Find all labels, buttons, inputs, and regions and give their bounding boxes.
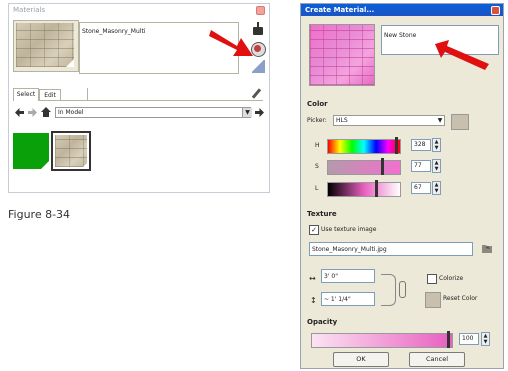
close-icon[interactable] — [256, 6, 265, 15]
cancel-button[interactable]: Cancel — [409, 352, 465, 367]
dialog-close-icon[interactable] — [491, 6, 500, 15]
back-icon[interactable] — [15, 108, 24, 117]
cancel-button-label: Cancel — [425, 355, 449, 363]
corner-fold-icon — [66, 59, 74, 67]
chain-link-icon[interactable] — [399, 281, 406, 298]
color-heading: Color — [307, 100, 328, 108]
s-slider[interactable] — [327, 160, 401, 175]
tab-divider — [87, 88, 88, 100]
library-dropdown[interactable]: In Model — [55, 107, 251, 118]
opacity-value: 100 — [462, 335, 474, 342]
h-spinner[interactable]: ▲ ▼ — [432, 138, 441, 152]
ok-button-label: OK — [356, 355, 366, 363]
texture-width-input[interactable]: 3' 0" — [321, 269, 375, 283]
l-value: 67 — [414, 184, 422, 191]
l-slider-thumb[interactable] — [375, 180, 378, 197]
picker-dropdown[interactable]: HLS — [333, 115, 445, 126]
details-arrow-icon[interactable] — [255, 108, 264, 117]
dialog-title-bar: Create Material... — [301, 4, 503, 16]
s-input[interactable]: 77 — [411, 160, 431, 172]
s-label: S — [315, 163, 319, 170]
opacity-spinner[interactable]: ▲ ▼ — [481, 332, 490, 346]
tab-edit[interactable]: Edit — [39, 89, 61, 101]
chevron-down-icon[interactable]: ▼ — [242, 108, 252, 117]
create-material-dialog: Create Material... New Stone Color Picke… — [300, 3, 504, 369]
material-swatch-stone-selected[interactable] — [51, 131, 91, 171]
l-slider[interactable] — [327, 182, 401, 197]
ok-button[interactable]: OK — [333, 352, 389, 367]
opacity-slider-thumb[interactable] — [447, 331, 450, 348]
forward-icon[interactable] — [28, 108, 37, 117]
texture-heading: Texture — [307, 210, 337, 218]
l-spinner[interactable]: ▲ ▼ — [432, 181, 441, 195]
texture-width-value: 3' 0" — [324, 273, 338, 280]
l-label: L — [315, 185, 319, 192]
h-input[interactable]: 328 — [411, 139, 431, 151]
color-swatch — [451, 114, 469, 130]
materials-title: Materials — [13, 6, 46, 14]
material-name-text: Stone_Masonry_Multi — [82, 28, 146, 35]
use-texture-label: Use texture image — [321, 226, 377, 233]
h-value: 328 — [414, 141, 426, 148]
figure-caption: Figure 8-34 — [8, 208, 71, 221]
materials-panel: Materials Stone_Masonry_Multi Select Edi… — [8, 3, 270, 193]
opacity-heading: Opacity — [307, 318, 338, 326]
h-slider-thumb[interactable] — [395, 137, 398, 154]
h-label: H — [315, 142, 320, 149]
picker-chevron-down-icon[interactable]: ▼ — [436, 116, 444, 125]
tab-edit-label: Edit — [44, 92, 56, 99]
texture-file-field[interactable]: Stone_Masonry_Multi.jpg — [309, 242, 473, 256]
reset-color-swatch[interactable] — [425, 292, 441, 308]
material-preview — [13, 20, 79, 72]
colorize-label: Colorize — [439, 275, 464, 282]
height-arrows-icon: ↕ — [310, 296, 317, 305]
callout-arrow-icon — [209, 30, 253, 56]
opacity-input[interactable]: 100 — [459, 333, 479, 345]
tab-select-label: Select — [16, 91, 36, 98]
texture-file-name: Stone_Masonry_Multi.jpg — [312, 246, 387, 253]
material-name-value: New Stone — [384, 32, 417, 39]
h-slider[interactable] — [327, 139, 401, 154]
texture-height-input[interactable]: ~ 1' 1/4" — [321, 292, 375, 306]
name-callout-arrow-icon — [435, 40, 489, 70]
use-texture-checkbox[interactable]: ✓ — [309, 225, 319, 235]
opacity-slider[interactable] — [311, 333, 453, 348]
s-spinner[interactable]: ▲ ▼ — [432, 159, 441, 173]
materials-title-bar: Materials — [9, 4, 269, 16]
width-arrows-icon: ↔ — [309, 274, 316, 283]
s-value: 77 — [414, 162, 422, 169]
l-input[interactable]: 67 — [411, 182, 431, 194]
colorize-checkbox[interactable] — [427, 274, 437, 284]
aspect-lock-icon[interactable] — [381, 274, 396, 306]
s-slider-thumb[interactable] — [381, 158, 384, 175]
picker-value: HLS — [336, 117, 348, 124]
dialog-title: Create Material... — [305, 6, 375, 14]
browse-folder-icon[interactable] — [481, 242, 493, 254]
home-icon[interactable] — [41, 107, 51, 117]
material-preview-pink — [309, 24, 375, 86]
tab-select[interactable]: Select — [13, 88, 39, 101]
reset-color-label: Reset Color — [443, 295, 478, 302]
library-dropdown-value: In Model — [58, 109, 84, 116]
material-swatch-green[interactable] — [13, 133, 49, 169]
texture-height-value: ~ 1' 1/4" — [324, 296, 351, 303]
picker-label: Picker: — [307, 117, 327, 124]
tabs-row: Select Edit — [13, 88, 263, 101]
